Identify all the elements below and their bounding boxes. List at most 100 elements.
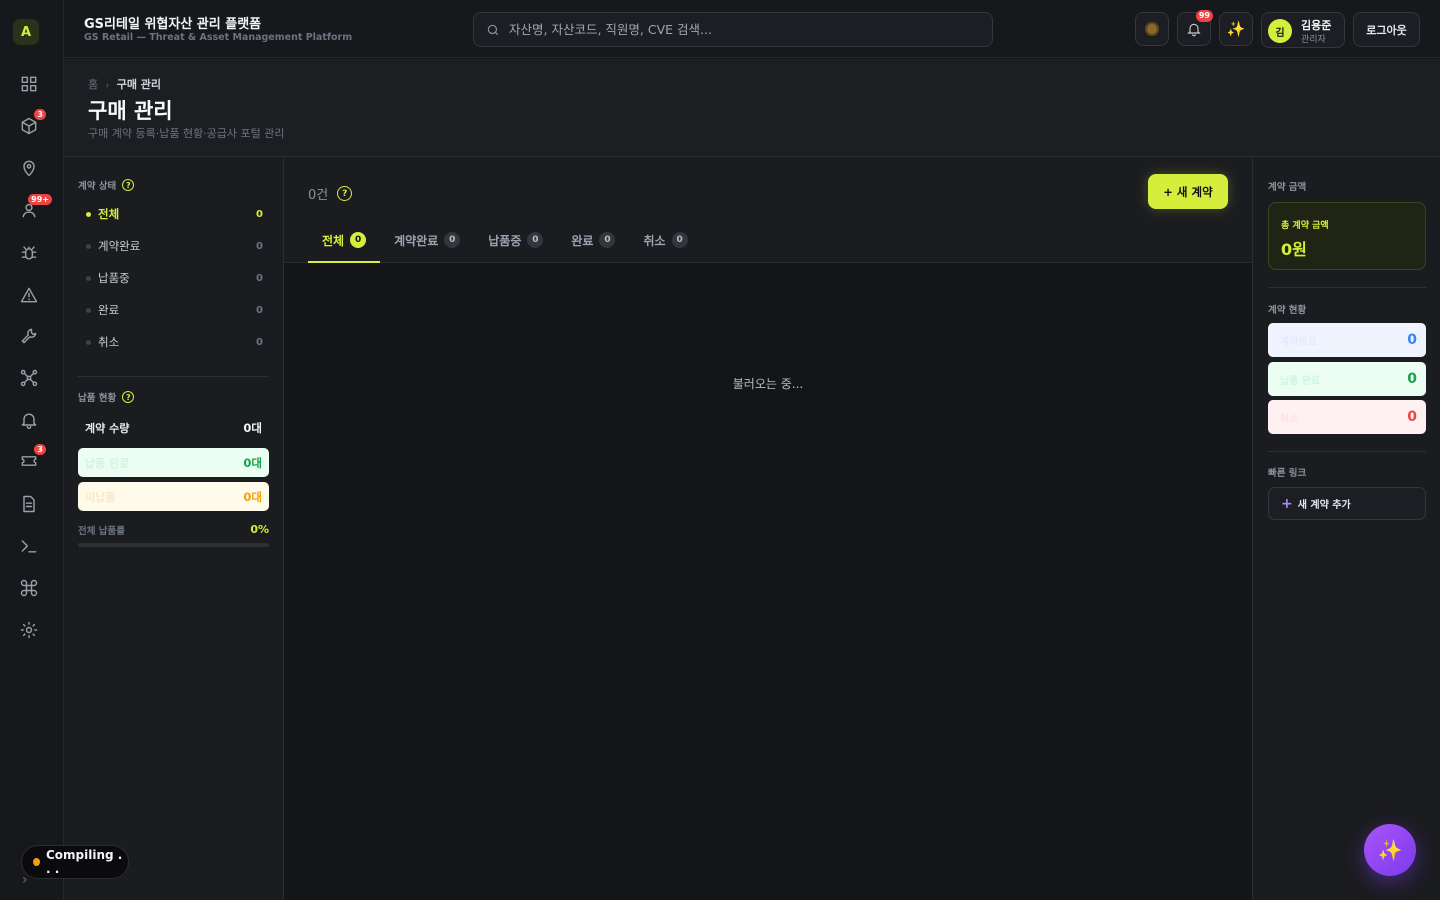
remaining-row: 미납품 0대	[78, 482, 269, 511]
user-menu[interactable]: 김 김용준 관리자	[1261, 12, 1345, 48]
locations-nav[interactable]	[18, 157, 40, 179]
tab-label: 완료	[571, 234, 594, 248]
status-filter-completed[interactable]: 완료 0	[78, 299, 269, 321]
notifications-button[interactable]: 99	[1177, 10, 1213, 46]
delivered-label: 납품 완료	[85, 456, 130, 470]
tab-count: 0	[527, 232, 544, 248]
add-contract-link[interactable]: + 새 계약 추가	[1268, 487, 1426, 520]
status-tabs: 전체 0 계약완료 0 납품중 0 완료 0 취소 0	[308, 227, 702, 263]
documents-nav[interactable]	[18, 493, 40, 515]
tab-cancelled[interactable]: 취소 0	[629, 227, 701, 263]
sparkle-icon: ✨	[1377, 838, 1403, 862]
page-title: 구매 관리	[88, 99, 173, 123]
remaining-value: 0대	[243, 489, 262, 504]
sparkle-icon: ✨	[1226, 20, 1246, 38]
status-filter-count: 0	[256, 304, 263, 316]
tab-completed[interactable]: 완료 0	[557, 227, 629, 263]
terminal-icon	[21, 540, 37, 553]
notifications-nav[interactable]	[18, 409, 40, 431]
status-filter-cancelled[interactable]: 취소 0	[78, 331, 269, 353]
map-pin-icon	[23, 160, 35, 177]
status-filter-label: 납품중	[98, 271, 130, 285]
network-nav[interactable]	[18, 367, 40, 389]
breadcrumb: 홈 › 구매 관리	[88, 76, 161, 92]
tab-delivering[interactable]: 납품중 0	[474, 227, 557, 263]
grid-icon	[21, 76, 37, 92]
app-subtitle: GS Retail — Threat & Asset Management Pl…	[84, 32, 353, 43]
tab-count: 0	[599, 232, 616, 248]
status-dot	[33, 858, 40, 866]
total-amount-card: 총 계약 금액 0원	[1268, 202, 1426, 270]
page-description: 구매 계약 등록·납품 현황·공급사 포털 관리	[88, 127, 285, 140]
assets-badge: 3	[34, 109, 46, 120]
add-contract-link-label: 새 계약 추가	[1297, 500, 1351, 511]
status-filter-label: 계약완료	[98, 239, 141, 253]
bug-icon	[21, 246, 37, 260]
status-filter-count: 0	[256, 240, 263, 252]
delivery-rate-label: 전체 납품률	[78, 526, 126, 537]
delivery-rate-bar	[78, 543, 269, 547]
status-filter-count: 0	[256, 336, 263, 348]
bell-icon	[21, 413, 37, 429]
app-logo[interactable]: A	[13, 19, 39, 45]
theme-button[interactable]	[1135, 12, 1169, 46]
section-divider	[1268, 451, 1426, 452]
section-divider	[1268, 287, 1426, 288]
breadcrumb-separator: ›	[105, 81, 110, 91]
logout-button[interactable]: 로그아웃	[1353, 12, 1420, 47]
delivery-rate-value: 0%	[250, 523, 269, 536]
status-filter-label: 취소	[98, 335, 120, 349]
global-search[interactable]	[473, 12, 993, 47]
network-icon	[20, 369, 38, 387]
status-filter-contracted[interactable]: 계약완료 0	[78, 235, 269, 257]
vulnerabilities-nav[interactable]	[18, 242, 40, 264]
settings-nav[interactable]	[18, 619, 40, 641]
breadcrumb-home[interactable]: 홈	[88, 78, 98, 91]
ai-assistant-button[interactable]: ✨	[1219, 12, 1253, 46]
tools-nav[interactable]	[18, 325, 40, 347]
tab-label: 전체	[322, 234, 345, 248]
assets-nav[interactable]: 3	[18, 109, 46, 137]
compiling-text: Compiling . . .	[45, 848, 123, 876]
alerts-nav[interactable]	[18, 284, 40, 306]
tab-count: 0	[671, 232, 688, 248]
help-icon[interactable]: ?	[122, 391, 135, 403]
new-contract-button[interactable]: + 새 계약	[1148, 174, 1228, 209]
dashboard-nav[interactable]	[18, 73, 40, 95]
sun-icon	[1145, 22, 1159, 36]
status-dot	[86, 275, 91, 281]
status-filter-all[interactable]: 전체 0	[78, 203, 269, 225]
status-dot	[86, 307, 91, 313]
status-filter-delivering[interactable]: 납품중 0	[78, 267, 269, 289]
help-icon[interactable]: ?	[122, 179, 135, 191]
tab-contracted[interactable]: 계약완료 0	[380, 227, 474, 263]
summary-panel: 계약 금액 총 계약 금액 0원 계약 현황 계약완료 0 납품 완료 0 취소…	[1252, 157, 1440, 900]
ai-assistant-fab[interactable]: ✨	[1364, 824, 1416, 876]
search-input[interactable]	[509, 22, 979, 37]
tab-count: 0	[350, 232, 367, 248]
top-bar: GS리테일 위협자산 관리 플랫폼 GS Retail — Threat & A…	[64, 0, 1440, 58]
tickets-nav[interactable]: 3	[18, 444, 46, 472]
tab-all[interactable]: 전체 0	[308, 227, 381, 263]
tab-label: 취소	[643, 234, 666, 248]
contract-qty-label: 계약 수량	[85, 421, 130, 435]
users-nav[interactable]: 99+	[18, 194, 52, 221]
users-badge: 99+	[28, 194, 52, 205]
user-name: 김용준	[1301, 19, 1332, 32]
document-icon	[23, 495, 35, 513]
bell-icon	[1187, 23, 1201, 37]
filter-panel: 계약 상태 ? 전체 0 계약완료 0 납품중 0 완료 0 취소 0 납품 현…	[64, 157, 284, 900]
terminal-nav[interactable]	[18, 535, 40, 557]
wrench-icon	[21, 328, 37, 344]
delivery-rate-row: 전체 납품률 0%	[78, 523, 269, 537]
help-icon[interactable]: ?	[337, 186, 353, 201]
stat-cancelled: 취소 0	[1268, 400, 1426, 434]
page-header: 홈 › 구매 관리 구매 관리 구매 계약 등록·납품 현황·공급사 포털 관리	[64, 59, 1440, 157]
status-dot	[86, 339, 91, 345]
stat-value: 0	[1407, 409, 1417, 425]
stat-contracted: 계약완료 0	[1268, 323, 1426, 357]
command-nav[interactable]	[18, 577, 40, 599]
amount-section-label: 계약 금액	[1268, 182, 1307, 193]
app-title: GS리테일 위협자산 관리 플랫폼	[84, 17, 262, 32]
tab-label: 계약완료	[394, 234, 439, 248]
